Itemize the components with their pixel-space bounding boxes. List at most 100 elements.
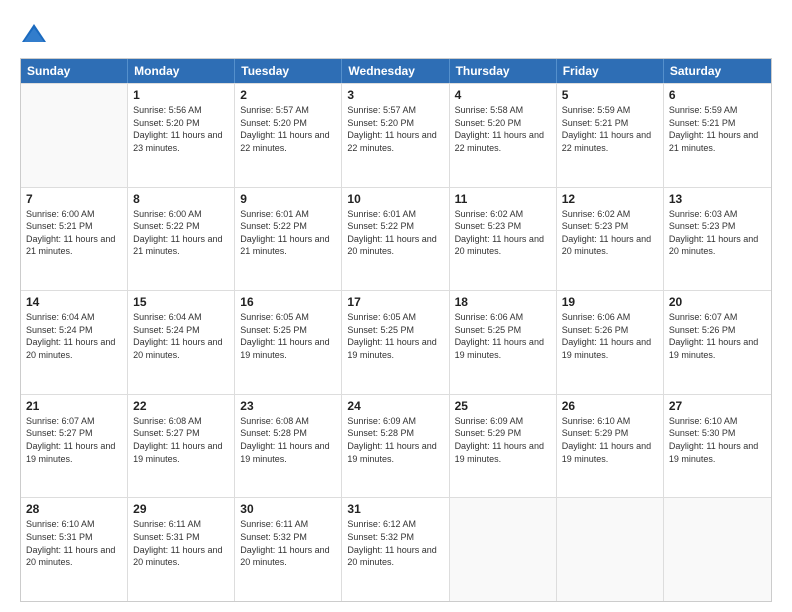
day-info: Sunrise: 6:05 AMSunset: 5:25 PMDaylight:… [240,311,336,361]
calendar-row-2: 7 Sunrise: 6:00 AMSunset: 5:21 PMDaylight… [21,187,771,291]
day-cell-17: 17 Sunrise: 6:05 AMSunset: 5:25 PMDayligh… [342,291,449,394]
day-number: 6 [669,88,766,102]
empty-cell [21,84,128,187]
day-cell-31: 31Sunrise: 6:12 AMSunset: 5:32 PMDayligh… [342,498,449,601]
day-info: Sunrise: 6:11 AMSunset: 5:32 PMDaylight:… [240,518,336,568]
day-cell-22: 22 Sunrise: 6:08 AMSunset: 5:27 PMDayligh… [128,395,235,498]
day-info: Sunrise: 6:08 AMSunset: 5:28 PMDaylight:… [240,415,336,465]
day-info: Sunrise: 6:04 AMSunset: 5:24 PMDaylight:… [133,311,229,361]
empty-cell [450,498,557,601]
calendar: SundayMondayTuesdayWednesdayThursdayFrid… [20,58,772,602]
day-number: 2 [240,88,336,102]
day-number: 14 [26,295,122,309]
day-cell-25: 25 Sunrise: 6:09 AMSunset: 5:29 PMDayligh… [450,395,557,498]
weekday-header-tuesday: Tuesday [235,59,342,83]
weekday-header-wednesday: Wednesday [342,59,449,83]
weekday-header-friday: Friday [557,59,664,83]
day-cell-14: 14 Sunrise: 6:04 AMSunset: 5:24 PMDayligh… [21,291,128,394]
day-cell-11: 11 Sunrise: 6:02 AMSunset: 5:23 PMDayligh… [450,188,557,291]
day-info: Sunrise: 6:02 AMSunset: 5:23 PMDaylight:… [562,208,658,258]
day-cell-20: 20 Sunrise: 6:07 AMSunset: 5:26 PMDayligh… [664,291,771,394]
weekday-header-thursday: Thursday [450,59,557,83]
day-number: 26 [562,399,658,413]
day-info: Sunrise: 6:06 AMSunset: 5:26 PMDaylight:… [562,311,658,361]
day-info: Sunrise: 6:00 AMSunset: 5:22 PMDaylight:… [133,208,229,258]
day-number: 21 [26,399,122,413]
day-cell-7: 7 Sunrise: 6:00 AMSunset: 5:21 PMDaylight… [21,188,128,291]
calendar-row-3: 14 Sunrise: 6:04 AMSunset: 5:24 PMDayligh… [21,290,771,394]
day-info: Sunrise: 6:01 AMSunset: 5:22 PMDaylight:… [240,208,336,258]
day-cell-2: 2 Sunrise: 5:57 AMSunset: 5:20 PMDaylight… [235,84,342,187]
day-info: Sunrise: 5:56 AMSunset: 5:20 PMDaylight:… [133,104,229,154]
day-number: 23 [240,399,336,413]
day-number: 25 [455,399,551,413]
day-cell-23: 23 Sunrise: 6:08 AMSunset: 5:28 PMDayligh… [235,395,342,498]
day-info: Sunrise: 6:09 AMSunset: 5:29 PMDaylight:… [455,415,551,465]
logo-icon [20,20,48,48]
day-cell-28: 28 Sunrise: 6:10 AMSunset: 5:31 PMDayligh… [21,498,128,601]
day-info: Sunrise: 6:00 AMSunset: 5:21 PMDaylight:… [26,208,122,258]
day-number: 5 [562,88,658,102]
day-cell-24: 24 Sunrise: 6:09 AMSunset: 5:28 PMDayligh… [342,395,449,498]
day-number: 20 [669,295,766,309]
day-info: Sunrise: 6:07 AMSunset: 5:26 PMDaylight:… [669,311,766,361]
day-number: 30 [240,502,336,516]
day-info: Sunrise: 6:10 AMSunset: 5:30 PMDaylight:… [669,415,766,465]
day-info: Sunrise: 5:57 AMSunset: 5:20 PMDaylight:… [347,104,443,154]
day-info: Sunrise: 6:08 AMSunset: 5:27 PMDaylight:… [133,415,229,465]
day-number: 18 [455,295,551,309]
day-number: 13 [669,192,766,206]
calendar-row-1: 1 Sunrise: 5:56 AMSunset: 5:20 PMDaylight… [21,83,771,187]
day-cell-4: 4 Sunrise: 5:58 AMSunset: 5:20 PMDaylight… [450,84,557,187]
day-info: Sunrise: 6:06 AMSunset: 5:25 PMDaylight:… [455,311,551,361]
header [20,20,772,48]
day-info: Sunrise: 6:02 AMSunset: 5:23 PMDaylight:… [455,208,551,258]
day-info: Sunrise: 5:58 AMSunset: 5:20 PMDaylight:… [455,104,551,154]
day-cell-13: 13Sunrise: 6:03 AMSunset: 5:23 PMDayligh… [664,188,771,291]
day-number: 16 [240,295,336,309]
calendar-header: SundayMondayTuesdayWednesdayThursdayFrid… [21,59,771,83]
day-cell-1: 1 Sunrise: 5:56 AMSunset: 5:20 PMDaylight… [128,84,235,187]
weekday-header-saturday: Saturday [664,59,771,83]
calendar-row-4: 21 Sunrise: 6:07 AMSunset: 5:27 PMDayligh… [21,394,771,498]
day-info: Sunrise: 5:57 AMSunset: 5:20 PMDaylight:… [240,104,336,154]
day-number: 4 [455,88,551,102]
day-number: 28 [26,502,122,516]
empty-cell [664,498,771,601]
empty-cell [557,498,664,601]
day-number: 31 [347,502,443,516]
day-number: 24 [347,399,443,413]
day-number: 11 [455,192,551,206]
day-cell-8: 8Sunrise: 6:00 AMSunset: 5:22 PMDaylight… [128,188,235,291]
weekday-header-monday: Monday [128,59,235,83]
day-cell-19: 19Sunrise: 6:06 AMSunset: 5:26 PMDayligh… [557,291,664,394]
calendar-body: 1 Sunrise: 5:56 AMSunset: 5:20 PMDaylight… [21,83,771,601]
day-cell-3: 3Sunrise: 5:57 AMSunset: 5:20 PMDaylight… [342,84,449,187]
day-cell-6: 6 Sunrise: 5:59 AMSunset: 5:21 PMDaylight… [664,84,771,187]
day-cell-9: 9Sunrise: 6:01 AMSunset: 5:22 PMDaylight… [235,188,342,291]
day-number: 1 [133,88,229,102]
page: SundayMondayTuesdayWednesdayThursdayFrid… [0,0,792,612]
day-info: Sunrise: 6:07 AMSunset: 5:27 PMDaylight:… [26,415,122,465]
weekday-header-sunday: Sunday [21,59,128,83]
day-cell-15: 15 Sunrise: 6:04 AMSunset: 5:24 PMDayligh… [128,291,235,394]
day-number: 12 [562,192,658,206]
day-info: Sunrise: 6:05 AMSunset: 5:25 PMDaylight:… [347,311,443,361]
day-cell-16: 16 Sunrise: 6:05 AMSunset: 5:25 PMDayligh… [235,291,342,394]
day-cell-21: 21 Sunrise: 6:07 AMSunset: 5:27 PMDayligh… [21,395,128,498]
day-number: 15 [133,295,229,309]
day-info: Sunrise: 6:01 AMSunset: 5:22 PMDaylight:… [347,208,443,258]
day-number: 17 [347,295,443,309]
day-number: 7 [26,192,122,206]
logo [20,20,52,48]
day-info: Sunrise: 6:09 AMSunset: 5:28 PMDaylight:… [347,415,443,465]
day-number: 22 [133,399,229,413]
day-info: Sunrise: 6:04 AMSunset: 5:24 PMDaylight:… [26,311,122,361]
day-number: 29 [133,502,229,516]
day-info: Sunrise: 6:10 AMSunset: 5:31 PMDaylight:… [26,518,122,568]
day-info: Sunrise: 5:59 AMSunset: 5:21 PMDaylight:… [669,104,766,154]
day-cell-12: 12 Sunrise: 6:02 AMSunset: 5:23 PMDayligh… [557,188,664,291]
day-cell-30: 30 Sunrise: 6:11 AMSunset: 5:32 PMDayligh… [235,498,342,601]
day-info: Sunrise: 6:11 AMSunset: 5:31 PMDaylight:… [133,518,229,568]
day-number: 27 [669,399,766,413]
